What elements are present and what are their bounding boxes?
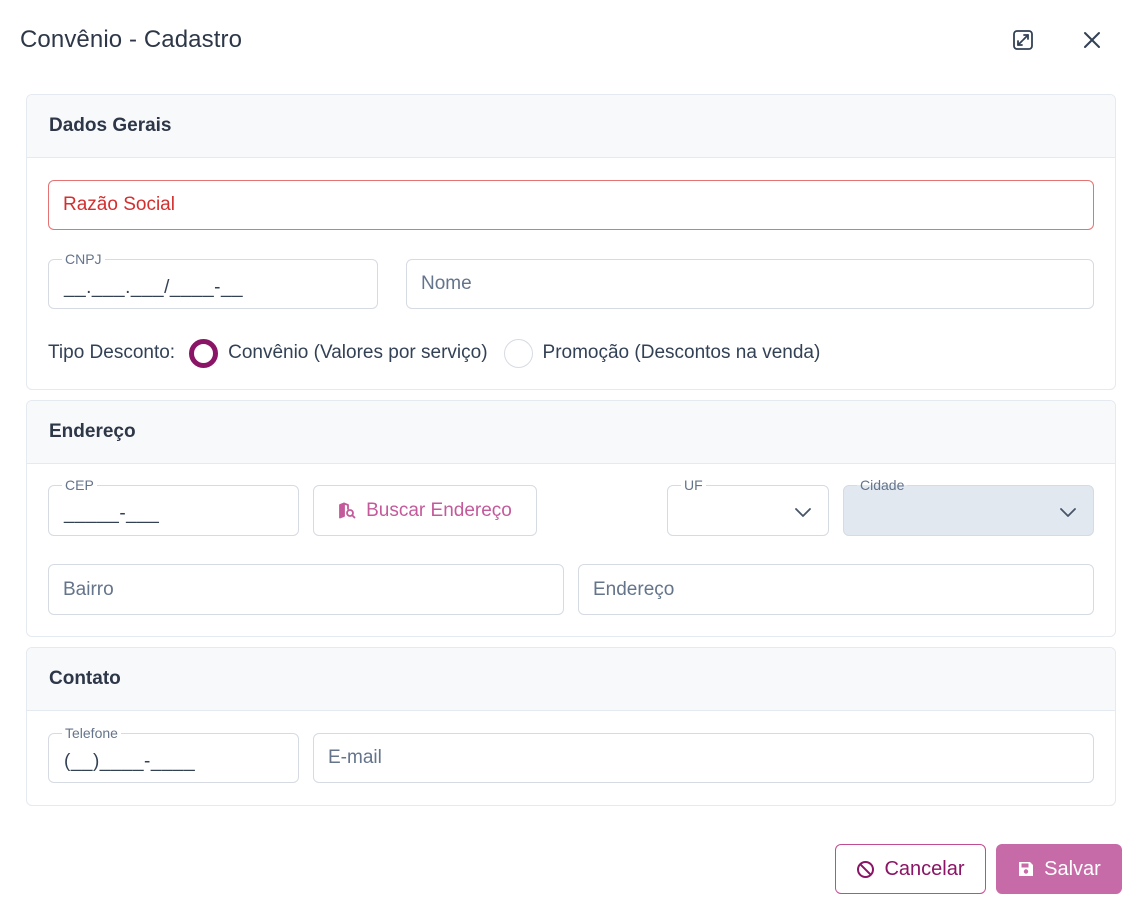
cancel-label: Cancelar <box>884 857 965 880</box>
endereco-input[interactable] <box>579 565 1093 614</box>
cnpj-mask: __.___.___/____-__ <box>64 277 244 298</box>
save-button[interactable]: Salvar <box>996 844 1122 894</box>
nome-input[interactable] <box>407 260 1093 308</box>
expand-icon <box>1013 30 1033 50</box>
cep-label: CEP <box>62 477 97 493</box>
radio-promocao[interactable] <box>503 338 533 368</box>
search-address-button[interactable]: Buscar Endereço <box>313 485 537 536</box>
radio-promocao-label[interactable]: Promoção (Descontos na venda) <box>543 342 821 364</box>
section-address-title: Endereço <box>49 421 136 442</box>
cidade-select: Cidade <box>843 477 1094 536</box>
cep-field[interactable]: CEP _____-___ <box>48 477 299 536</box>
email-input[interactable] <box>314 734 1093 782</box>
razao-social-input[interactable] <box>49 181 1093 229</box>
cancel-button[interactable]: Cancelar <box>835 844 986 894</box>
dialog-header: Convênio - Cadastro <box>0 0 1143 80</box>
telefone-mask: (__)____-____ <box>64 751 196 772</box>
section-address-header: Endereço <box>27 401 1115 464</box>
uf-select[interactable]: UF <box>667 477 829 536</box>
section-general-header: Dados Gerais <box>27 95 1115 158</box>
endereco-field[interactable] <box>578 564 1094 615</box>
nome-field[interactable] <box>406 259 1094 309</box>
bairro-field[interactable] <box>48 564 564 615</box>
cep-mask: _____-___ <box>64 503 160 524</box>
tipo-desconto-group: Tipo Desconto: Convênio (Valores por ser… <box>48 338 820 368</box>
cidade-label: Cidade <box>857 477 908 493</box>
telefone-label: Telefone <box>62 725 121 741</box>
bairro-input[interactable] <box>49 565 563 614</box>
telefone-field[interactable]: Telefone (__)____-____ <box>48 725 299 783</box>
email-field[interactable] <box>313 733 1094 783</box>
cnpj-label: CNPJ <box>62 251 105 267</box>
ban-icon <box>857 860 875 878</box>
close-icon <box>1084 32 1100 48</box>
floppy-disk-icon <box>1019 862 1034 876</box>
radio-convenio[interactable] <box>189 338 219 368</box>
chevron-down-icon <box>1060 508 1076 517</box>
section-contact-header: Contato <box>27 648 1115 711</box>
map-search-icon <box>339 502 356 518</box>
cnpj-field[interactable]: CNPJ __.___.___/____-__ <box>48 251 378 309</box>
expand-button[interactable] <box>1009 26 1037 54</box>
tipo-desconto-label: Tipo Desconto: <box>48 342 176 363</box>
section-contact-title: Contato <box>49 668 121 689</box>
razao-social-field[interactable] <box>48 180 1094 230</box>
dialog-title: Convênio - Cadastro <box>20 26 243 53</box>
save-label: Salvar <box>1044 857 1101 880</box>
section-general-title: Dados Gerais <box>49 115 172 136</box>
uf-label: UF <box>681 477 706 493</box>
chevron-down-icon <box>795 508 811 517</box>
radio-convenio-label[interactable]: Convênio (Valores por serviço) <box>228 342 487 364</box>
search-address-label: Buscar Endereço <box>366 499 512 521</box>
close-button[interactable] <box>1078 26 1106 54</box>
